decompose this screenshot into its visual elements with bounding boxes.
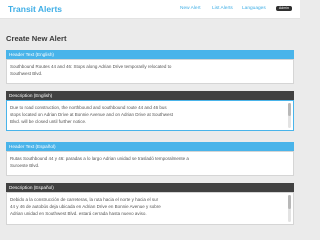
nav-new-alert[interactable]: New Alert	[180, 6, 201, 11]
scrollbar[interactable]	[288, 103, 291, 128]
app-title[interactable]: Transit Alerts	[8, 4, 62, 14]
header-text-english-field[interactable]: Southbound Routes 44 and 46: Stops along…	[6, 59, 294, 84]
header-text-spanish-field[interactable]: Rutas Southbound 44 y 46: paradas a lo l…	[6, 151, 294, 176]
text-line: Debido a la construcción de carreteras, …	[10, 197, 159, 202]
text-line: Due to road construction, the northbound…	[10, 105, 167, 110]
page-title: Create New Alert	[6, 34, 67, 43]
nav-list-alerts[interactable]: List Alerts	[212, 6, 233, 11]
description-english-label: Description (English)	[6, 91, 294, 100]
description-spanish-label: Description (Español)	[6, 183, 294, 192]
text-line: Suroeste Blvd.	[10, 163, 40, 169]
text-line: Rutas Southbound 44 y 46: paradas a lo l…	[10, 156, 189, 161]
text-line: stops located on Adrian Drive at Bonnie …	[10, 112, 174, 118]
description-english-field[interactable]: Due to road construction, the northbound…	[6, 100, 294, 131]
scrollbar[interactable]	[288, 195, 291, 222]
text-line: 44 y 46 de autobús deja ubicada en Adria…	[10, 204, 161, 210]
text-line: Southwest Blvd.	[10, 71, 43, 77]
top-navbar: Transit Alerts New Alert List Alerts Lan…	[0, 0, 300, 19]
admin-badge[interactable]: Admin	[275, 6, 292, 11]
text-line: Adrian unidad en Southwest Blvd. estará …	[10, 211, 147, 217]
header-text-english-label: Header Text (English)	[6, 50, 294, 59]
header-text-spanish-label: Header Text (Español)	[6, 142, 294, 151]
nav-languages[interactable]: Languages	[242, 6, 266, 11]
text-line: Blvd. will be closed until further notic…	[10, 119, 87, 125]
description-spanish-field[interactable]: Debido a la construcción de carreteras, …	[6, 192, 294, 225]
text-line: Southbound Routes 44 and 46: Stops along…	[10, 64, 172, 69]
